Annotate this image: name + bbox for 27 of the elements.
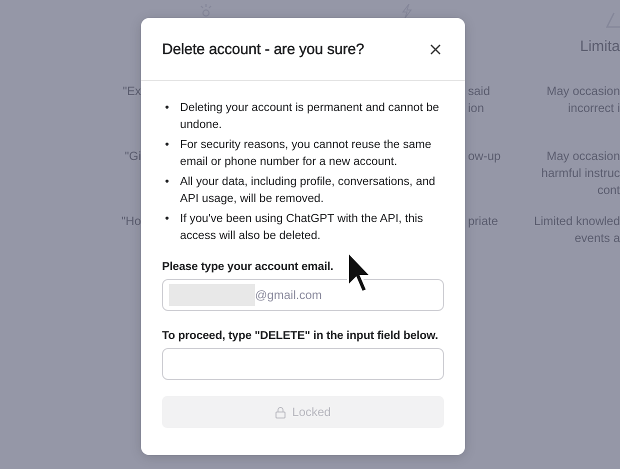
lock-icon (275, 406, 286, 418)
dialog-title: Delete account - are you sure? (162, 40, 364, 58)
sun-icon (199, 4, 213, 18)
field-label: Please type your account email. (162, 261, 334, 273)
card-text: ow-up (468, 148, 502, 165)
bullet-marker: • (164, 100, 170, 116)
warning-item: Deleting your account is permanent and cannot be undone. (180, 100, 440, 133)
warning-item: If you've been using ChatGPT with the API, this access will also be deleted. (180, 211, 424, 244)
warning-item: All your data, including profile, conversations, and API usage, will be removed. (180, 174, 436, 207)
card-text: May occasion incorrect i (546, 83, 620, 117)
card-text: "Gi (124, 148, 141, 165)
card-text: said ion (468, 83, 492, 117)
bolt-icon (401, 4, 413, 18)
card-text: May occasion harmful instruc cont (541, 148, 620, 199)
card-text: "Ex (122, 83, 141, 100)
card-text: priate (468, 213, 500, 230)
card-text: "Ho (121, 213, 141, 230)
input-field[interactable] (162, 348, 444, 380)
bullet-marker: • (164, 137, 170, 153)
field-label: To proceed, type "DELETE" in the input field below. (162, 330, 440, 342)
bullet-marker: • (164, 211, 170, 227)
card-text: Limited knowled events a (534, 213, 620, 247)
email-field[interactable]: @gmail.com (162, 279, 444, 311)
column-title: Limita (580, 38, 620, 56)
warning-item: For security reasons, you cannot reuse the same email or phone number for a new account. (180, 137, 432, 170)
bullet-marker: • (164, 174, 170, 190)
close-button[interactable] (428, 42, 443, 56)
